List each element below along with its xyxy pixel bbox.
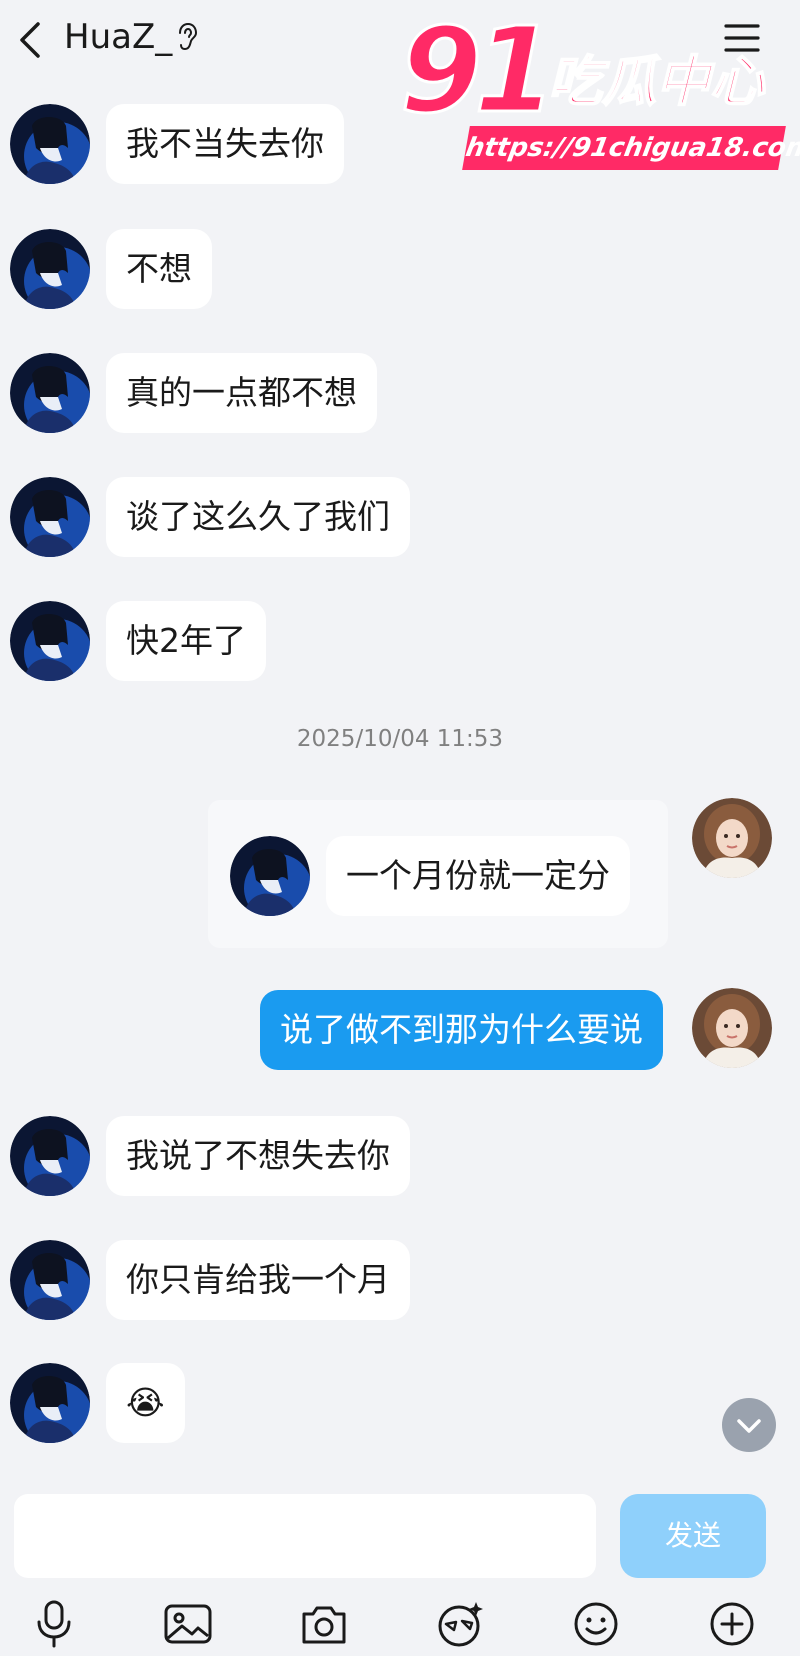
message-bubble[interactable]: 不想 <box>106 229 212 309</box>
message-bubble[interactable]: 我不当失去你 <box>106 104 344 184</box>
avatar <box>230 836 310 916</box>
avatar[interactable] <box>10 601 90 681</box>
watermark-text: 吃瓜中心 <box>547 49 765 114</box>
send-button[interactable]: 发送 <box>620 1494 766 1578</box>
avatar[interactable] <box>692 988 772 1068</box>
avatar[interactable] <box>10 104 90 184</box>
watermark-number: 91 <box>398 1 557 139</box>
emoji-message-bubble[interactable]: 😭 <box>106 1363 185 1443</box>
avatar[interactable] <box>692 798 772 878</box>
message-bubble[interactable]: 真的一点都不想 <box>106 353 377 433</box>
ear-icon <box>176 22 198 52</box>
timestamp: 2025/10/04 11:53 <box>296 726 504 752</box>
chevron-left-icon <box>20 22 40 58</box>
message-bubble[interactable]: 你只肯给我一个月 <box>106 1240 410 1320</box>
sticker-icon <box>438 1602 483 1647</box>
quoted-message-bubble: 一个月份就一定分 <box>326 836 630 916</box>
more-button[interactable] <box>704 1596 760 1652</box>
avatar[interactable] <box>10 1240 90 1320</box>
contact-name[interactable]: HuaZ_ <box>64 14 172 60</box>
back-button[interactable] <box>14 18 50 62</box>
scroll-to-bottom-button[interactable] <box>722 1398 776 1452</box>
avatar[interactable] <box>10 1363 90 1443</box>
plus-icon <box>710 1602 754 1646</box>
camera-button[interactable] <box>296 1596 352 1652</box>
voice-button[interactable] <box>26 1596 82 1652</box>
chat-screen: HuaZ_ 91 吃瓜中心 https://91chigua18.com 我不当… <box>0 0 800 1656</box>
message-bubble[interactable]: 我说了不想失去你 <box>106 1116 410 1196</box>
avatar[interactable] <box>10 353 90 433</box>
sent-message-bubble[interactable]: 说了做不到那为什么要说 <box>260 990 663 1070</box>
message-input[interactable] <box>14 1494 596 1578</box>
input-toolbar <box>0 1596 800 1656</box>
emoji-button[interactable] <box>568 1596 624 1652</box>
microphone-icon <box>37 1600 71 1648</box>
message-bubble[interactable]: 谈了这么久了我们 <box>106 477 410 557</box>
avatar[interactable] <box>10 477 90 557</box>
quoted-message-card[interactable]: 一个月份就一定分 <box>208 800 668 948</box>
message-bubble[interactable]: 快2年了 <box>106 601 266 681</box>
camera-icon <box>302 1606 346 1644</box>
sticker-button[interactable] <box>432 1596 488 1652</box>
avatar[interactable] <box>10 1116 90 1196</box>
watermark-logo: 91 吃瓜中心 https://91chigua18.com <box>398 9 800 174</box>
gallery-button[interactable] <box>160 1596 216 1652</box>
emoji-icon <box>574 1602 618 1646</box>
avatar[interactable] <box>10 229 90 309</box>
chevron-down-icon <box>737 1419 761 1433</box>
watermark-url: https://91chigua18.com <box>462 126 800 170</box>
image-icon <box>164 1604 212 1644</box>
